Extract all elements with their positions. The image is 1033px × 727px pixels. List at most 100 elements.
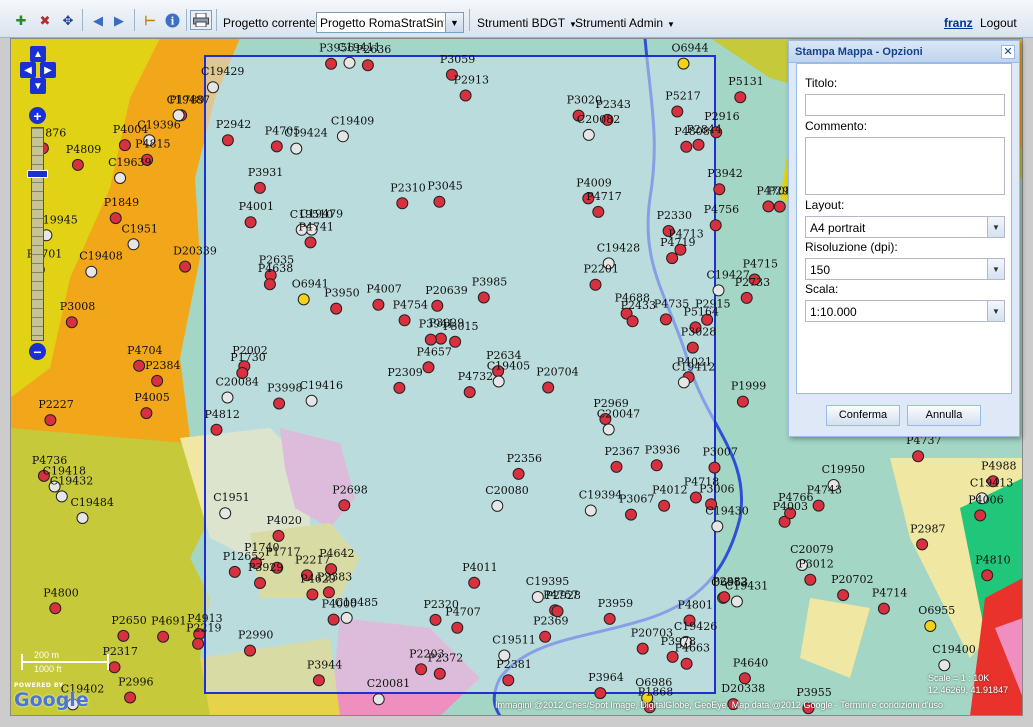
map-feature[interactable] [708, 461, 721, 474]
map-feature[interactable] [594, 687, 607, 700]
map-feature[interactable] [221, 391, 234, 404]
map-feature[interactable] [677, 57, 690, 70]
map-feature[interactable] [398, 314, 411, 327]
chevron-down-icon[interactable]: ▼ [445, 13, 463, 32]
map-feature[interactable] [297, 293, 310, 306]
forward-icon[interactable]: ▶ [110, 11, 128, 29]
feature-marker-p[interactable] [539, 630, 552, 643]
feature-marker-p[interactable] [192, 637, 205, 650]
feature-marker-p[interactable] [686, 341, 699, 354]
feature-marker-p[interactable] [680, 657, 693, 670]
feature-marker-c[interactable] [938, 659, 951, 672]
map-feature[interactable] [531, 591, 544, 603]
feature-marker-p[interactable] [804, 573, 817, 586]
map-feature[interactable] [589, 278, 602, 291]
map-feature[interactable] [602, 423, 615, 436]
feature-marker-p[interactable] [713, 183, 726, 196]
feature-marker-p[interactable] [709, 219, 722, 232]
map-feature[interactable] [542, 381, 555, 394]
zoom-bar[interactable] [31, 127, 44, 341]
map-feature[interactable] [650, 459, 663, 472]
map-feature[interactable] [938, 659, 951, 672]
map-attribution[interactable]: Immagini @2012 Cnes/Spot Image, DigitalG… [495, 700, 943, 710]
map-feature[interactable] [108, 661, 121, 674]
map-feature[interactable] [124, 691, 137, 704]
feature-marker-p[interactable] [210, 423, 223, 436]
project-select[interactable]: Progetto RomaStratSintes ▼ [316, 12, 464, 33]
feature-marker-p[interactable] [304, 236, 317, 249]
map-feature[interactable] [762, 200, 775, 213]
feature-marker-p[interactable] [312, 674, 325, 687]
feature-marker-p[interactable] [415, 663, 428, 676]
map-feature[interactable] [491, 499, 504, 512]
map-feature[interactable] [974, 509, 987, 522]
feature-marker-p[interactable] [981, 569, 994, 582]
map-feature[interactable] [916, 538, 929, 551]
risoluzione-select[interactable]: 150 ▼ [805, 258, 1005, 280]
map-feature[interactable] [837, 589, 850, 602]
map-feature[interactable] [433, 667, 446, 680]
feature-marker-c[interactable] [343, 56, 356, 69]
feature-marker-p[interactable] [658, 499, 671, 512]
feature-marker-c[interactable] [336, 130, 349, 143]
feature-marker-c[interactable] [531, 591, 544, 603]
feature-marker-p[interactable] [228, 565, 241, 578]
map-feature[interactable] [658, 499, 671, 512]
feature-marker-p[interactable] [124, 691, 137, 704]
feature-marker-o[interactable] [924, 620, 937, 632]
map-feature[interactable] [244, 644, 256, 657]
feature-marker-p[interactable] [736, 395, 749, 408]
map-feature[interactable] [55, 490, 68, 503]
map-feature[interactable] [253, 181, 266, 194]
map-feature[interactable] [981, 569, 994, 582]
feature-marker-c[interactable] [584, 504, 597, 517]
map-feature[interactable] [65, 316, 78, 329]
feature-marker-p[interactable] [477, 291, 490, 304]
map-feature[interactable] [434, 332, 447, 345]
zoom-in-icon[interactable]: + [29, 107, 46, 124]
map-feature[interactable] [666, 252, 679, 265]
feature-marker-p[interactable] [44, 414, 57, 427]
feature-marker-c[interactable] [602, 423, 615, 436]
feature-marker-c[interactable] [582, 128, 595, 141]
map-feature[interactable] [625, 508, 637, 521]
map-feature[interactable] [304, 236, 317, 249]
feature-marker-c[interactable] [491, 499, 504, 512]
map-feature[interactable] [709, 219, 722, 232]
feature-marker-p[interactable] [589, 278, 602, 291]
feature-marker-p[interactable] [65, 316, 78, 329]
feature-marker-p[interactable] [680, 140, 693, 153]
map-feature[interactable] [422, 361, 435, 374]
feature-marker-c[interactable] [55, 490, 68, 503]
map-feature[interactable] [592, 205, 605, 218]
feature-marker-p[interactable] [372, 298, 385, 311]
feature-marker-p[interactable] [812, 499, 825, 512]
pan-left-icon[interactable]: ◀ [20, 62, 36, 78]
feature-marker-c[interactable] [711, 520, 724, 533]
map-feature[interactable] [912, 450, 925, 463]
feature-marker-p[interactable] [157, 630, 170, 643]
feature-marker-p[interactable] [837, 589, 850, 602]
map-feature[interactable] [711, 520, 724, 533]
map-feature[interactable] [431, 299, 444, 312]
feature-marker-p[interactable] [254, 577, 266, 589]
feature-marker-p[interactable] [330, 302, 343, 315]
map-feature[interactable] [415, 663, 428, 676]
map-feature[interactable] [924, 620, 937, 632]
titolo-field[interactable] [805, 94, 1005, 116]
feature-marker-p[interactable] [459, 89, 472, 102]
feature-marker-p[interactable] [272, 529, 285, 542]
feature-marker-p[interactable] [424, 333, 437, 346]
feature-marker-p[interactable] [592, 205, 605, 218]
feature-marker-c[interactable] [492, 375, 505, 388]
menu-strumenti-admin[interactable]: Strumenti Admin ▼ [575, 16, 675, 30]
logout-link[interactable]: Logout [980, 16, 1017, 30]
feature-marker-p[interactable] [327, 613, 340, 626]
feature-marker-p[interactable] [322, 586, 335, 599]
map-feature[interactable] [804, 573, 817, 586]
map-feature[interactable] [305, 394, 318, 407]
map-feature[interactable] [372, 693, 385, 706]
feature-marker-p[interactable] [109, 212, 122, 225]
feature-marker-p[interactable] [396, 197, 409, 210]
pan-icon[interactable]: ✥ [59, 11, 77, 29]
